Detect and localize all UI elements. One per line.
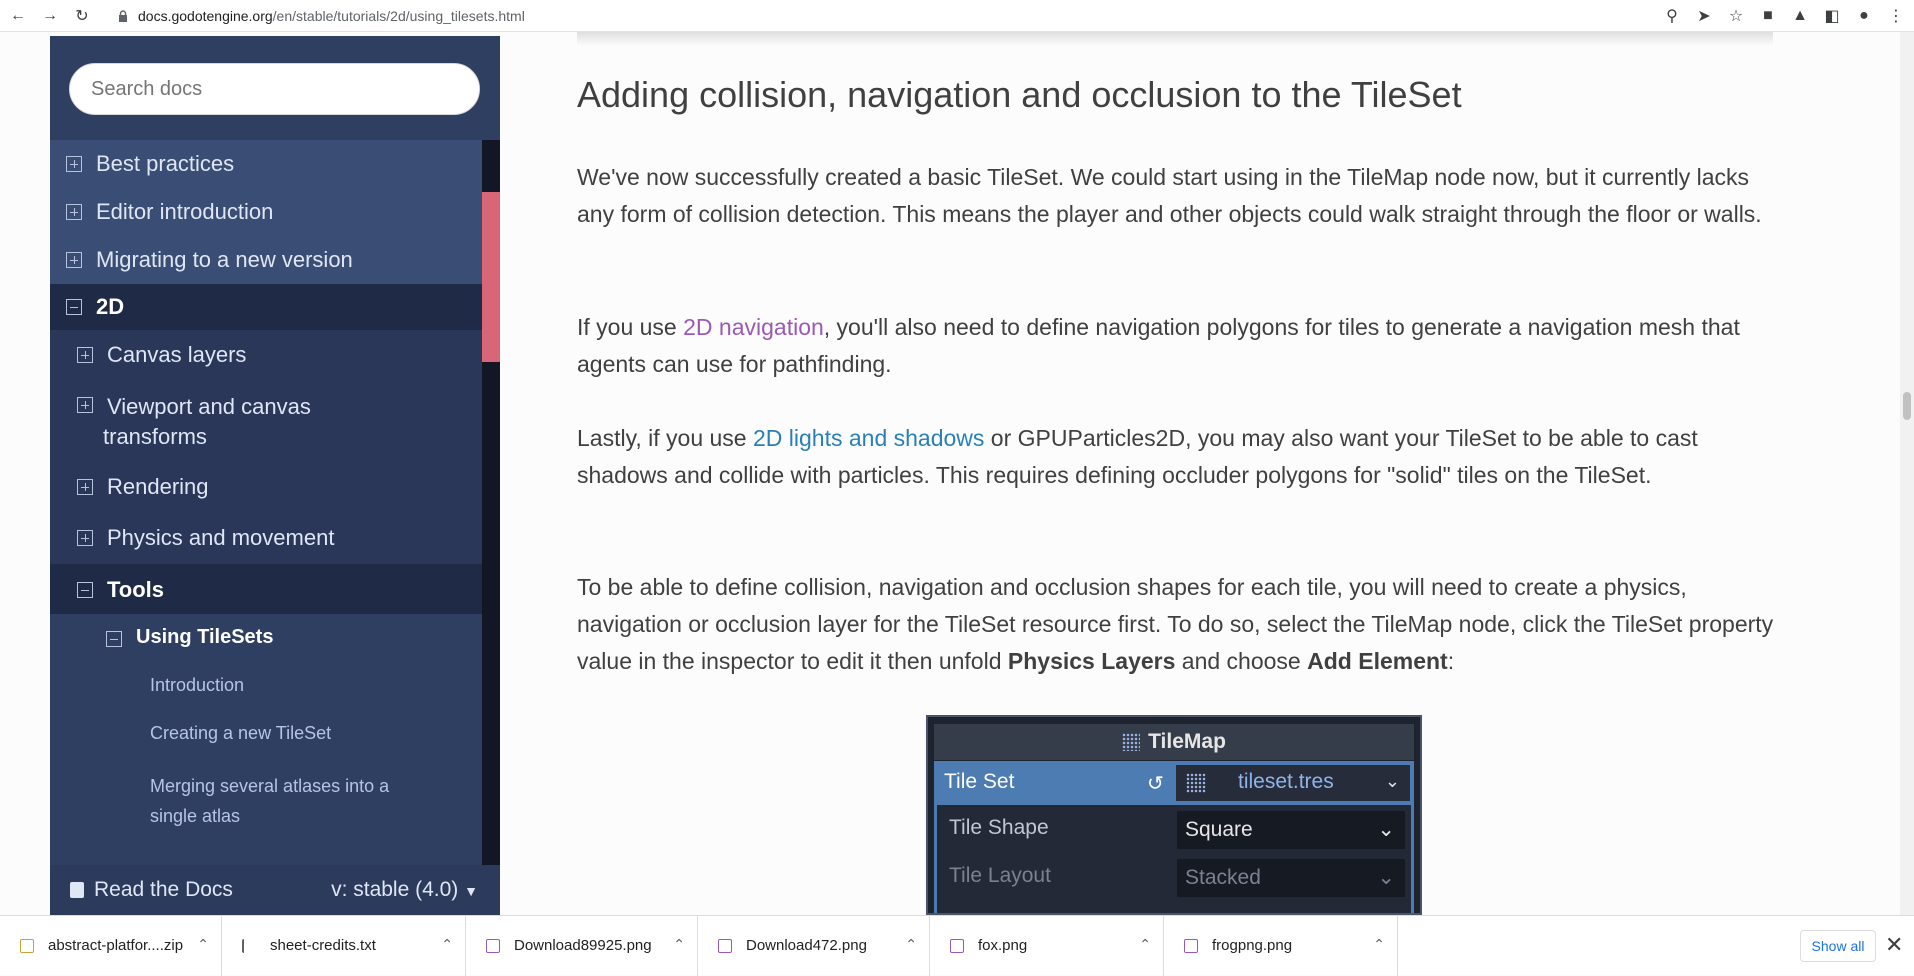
address-bar[interactable]: docs.godotengine.org/en/stable/tutorials… xyxy=(118,0,525,32)
collapse-minus-icon xyxy=(66,299,82,315)
page-scrollbar-thumb[interactable] xyxy=(1903,392,1911,420)
link-2d-navigation[interactable]: 2D navigation xyxy=(683,314,824,340)
download-item[interactable]: Download89925.png ⌃ xyxy=(466,915,698,976)
toc-item-migrating[interactable]: Migrating to a new version xyxy=(50,236,482,284)
tile-set-row: Tile Set ↺ tileset.tres ⌄ xyxy=(934,761,1414,805)
paragraph-collision: We've now successfully created a basic T… xyxy=(577,164,1762,227)
profile-avatar-icon[interactable]: ● xyxy=(1854,6,1874,26)
toc-item-creating-tileset[interactable]: Creating a new TileSet xyxy=(50,710,482,758)
image-file-icon xyxy=(486,938,500,953)
expand-plus-icon xyxy=(77,479,93,495)
tileset-grid-icon xyxy=(1186,773,1206,793)
toc-item-physics-movement[interactable]: Physics and movement xyxy=(50,512,482,564)
image-file-icon xyxy=(1184,938,1198,953)
expand-plus-icon xyxy=(77,397,93,413)
browser-toolbar: ← → ↻ docs.godotengine.org/en/stable/tut… xyxy=(0,0,1914,32)
image-file-icon xyxy=(718,938,732,953)
tile-shape-value: Square ⌄ xyxy=(1177,811,1405,849)
share-icon[interactable]: ➤ xyxy=(1694,6,1714,26)
chevron-up-icon[interactable]: ⌃ xyxy=(197,936,209,953)
paragraph-instructions: To be able to define collision, navigati… xyxy=(577,574,1774,674)
toc-item-viewport-transforms[interactable]: Viewport and canvas transforms xyxy=(50,380,482,462)
download-item[interactable]: fox.png ⌃ xyxy=(930,915,1164,976)
chevron-up-icon[interactable]: ⌃ xyxy=(673,936,685,953)
link-2d-lights-shadows[interactable]: 2D lights and shadows xyxy=(753,425,984,451)
download-item[interactable]: Download472.png ⌃ xyxy=(698,915,930,976)
tile-layout-value: Stacked ⌄ xyxy=(1177,859,1405,897)
section-divider xyxy=(577,32,1773,46)
chevron-down-icon: ⌄ xyxy=(1384,771,1400,791)
toc-item-rendering[interactable]: Rendering xyxy=(50,462,482,512)
image-file-icon xyxy=(950,938,964,953)
url-path: /en/stable/tutorials/2d/using_tilesets.h… xyxy=(272,8,525,24)
chevron-up-icon[interactable]: ⌃ xyxy=(1373,936,1385,953)
show-all-button[interactable]: Show all xyxy=(1800,930,1876,962)
doc-content: Adding collision, navigation and occlusi… xyxy=(500,32,1850,915)
chevron-up-icon[interactable]: ⌃ xyxy=(905,936,917,953)
tile-set-resource: tileset.tres ⌄ xyxy=(1176,765,1410,801)
zip-file-icon xyxy=(20,938,34,953)
kebab-menu-icon[interactable]: ⋮ xyxy=(1886,6,1906,26)
expand-plus-icon xyxy=(66,252,82,268)
paragraph-lights: Lastly, if you use 2D lights and shadows… xyxy=(577,425,1698,488)
book-icon xyxy=(70,882,84,898)
toc-item-canvas-layers[interactable]: Canvas layers xyxy=(50,330,482,380)
extensions-puzzle-icon[interactable]: ■ xyxy=(1758,6,1778,26)
read-the-docs-label: Read the Docs xyxy=(94,878,233,901)
reload-icon[interactable]: ↻ xyxy=(72,6,92,26)
search-docs-input[interactable] xyxy=(69,63,480,115)
collapse-minus-icon xyxy=(106,631,122,647)
paragraph-navigation: If you use 2D navigation, you'll also ne… xyxy=(577,314,1740,377)
download-item[interactable]: sheet-credits.txt ⌃ xyxy=(222,915,466,976)
search-area xyxy=(50,36,500,140)
toc-menu: Best practices Editor introduction Migra… xyxy=(50,140,482,865)
bookmark-star-icon[interactable]: ☆ xyxy=(1726,6,1746,26)
chevron-up-icon[interactable]: ⌃ xyxy=(441,936,453,953)
expand-plus-icon xyxy=(66,156,82,172)
chevron-up-icon[interactable]: ⌃ xyxy=(1139,936,1151,953)
toc-item-merging-atlases[interactable]: Merging several atlases into a single atl… xyxy=(50,758,482,838)
inspector-screenshot: TileMap Tile Set ↺ tileset.tres ⌄ Tile S… xyxy=(926,715,1422,915)
lab-flask-icon[interactable]: ▲ xyxy=(1790,6,1810,26)
collapse-minus-icon xyxy=(77,582,93,598)
expand-plus-icon xyxy=(66,204,82,220)
side-panel-icon[interactable]: ◧ xyxy=(1822,6,1842,26)
text-file-icon xyxy=(242,938,256,953)
expand-plus-icon xyxy=(77,530,93,546)
caret-down-icon: ▼ xyxy=(464,883,478,899)
download-item[interactable]: frogpng.png ⌃ xyxy=(1164,915,1398,976)
chevron-down-icon: ⌄ xyxy=(1377,818,1395,841)
toc-item-editor-introduction[interactable]: Editor introduction xyxy=(50,188,482,236)
expand-plus-icon xyxy=(77,347,93,363)
download-item[interactable]: abstract-platfor....zip ⌃ xyxy=(0,915,222,976)
toc-item-using-tilesets[interactable]: Using TileSets xyxy=(50,614,482,662)
toc-item-best-practices[interactable]: Best practices xyxy=(50,140,482,188)
download-shelf: abstract-platfor....zip ⌃ sheet-credits.t… xyxy=(0,915,1914,976)
back-arrow-icon[interactable]: ← xyxy=(8,6,28,26)
toc-item-introduction[interactable]: Introduction xyxy=(50,662,482,710)
zoom-icon[interactable]: ⚲ xyxy=(1662,6,1682,26)
section-heading: Adding collision, navigation and occlusi… xyxy=(577,74,1462,115)
toc-item-2d[interactable]: 2D xyxy=(50,284,482,330)
lock-icon xyxy=(119,10,127,22)
read-the-docs-bar[interactable]: Read the Docs v: stable (4.0) ▼ xyxy=(50,865,500,915)
page-scrollbar[interactable] xyxy=(1900,32,1914,915)
version-selector[interactable]: v: stable (4.0) ▼ xyxy=(331,878,478,902)
sidebar-scrollbar-thumb[interactable] xyxy=(482,192,500,362)
docs-sidebar: Best practices Editor introduction Migra… xyxy=(50,36,500,915)
close-shelf-icon[interactable]: ✕ xyxy=(1885,932,1903,958)
chevron-down-icon: ⌄ xyxy=(1377,866,1395,889)
inspector-properties: Tile Shape Square ⌄ Tile Layout Stacked ⌄ xyxy=(934,805,1414,913)
toc-item-tools[interactable]: Tools xyxy=(50,564,482,614)
tilemap-grid-icon xyxy=(1122,733,1141,751)
reset-icon: ↺ xyxy=(1147,773,1164,795)
forward-arrow-icon[interactable]: → xyxy=(40,6,60,26)
inspector-title-bar: TileMap xyxy=(934,724,1414,760)
url-host: docs.godotengine.org xyxy=(138,8,273,24)
